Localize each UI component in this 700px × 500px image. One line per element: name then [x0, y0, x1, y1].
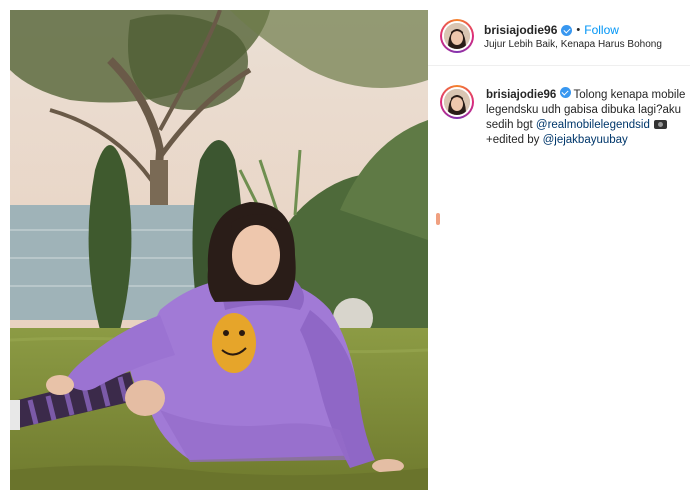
- post-sidebar: brisiajodie96 • Follow Jujur Lebih Baik,…: [428, 10, 690, 490]
- avatar[interactable]: [440, 19, 474, 53]
- girl-in-purple-hoodie-photo: [10, 10, 428, 490]
- edited-by-text: +edited by: [486, 134, 540, 146]
- mention-link[interactable]: @realmobilelegendsid: [536, 119, 650, 131]
- avatar-image: [444, 23, 470, 49]
- post-header: brisiajodie96 • Follow Jujur Lebih Baik,…: [428, 10, 690, 66]
- caption-username-link[interactable]: brisiajodie96: [486, 89, 556, 101]
- header-title-row: brisiajodie96 • Follow: [484, 23, 619, 37]
- separator-dot: •: [576, 24, 581, 36]
- location-link[interactable]: Jujur Lebih Baik, Kenapa Harus Bohong: [484, 39, 662, 50]
- verified-badge-icon: [561, 24, 573, 36]
- follow-button[interactable]: Follow: [584, 23, 619, 37]
- caption-avatar[interactable]: [440, 85, 474, 119]
- caption-text: brisiajodie96 Tolong kenapa mobile legen…: [486, 87, 686, 148]
- mention-link[interactable]: @jejakbayuubay: [543, 134, 628, 146]
- scroll-indicator: [436, 213, 440, 225]
- movie-camera-icon: [654, 120, 668, 129]
- instagram-post: brisiajodie96 • Follow Jujur Lebih Baik,…: [0, 0, 700, 500]
- username-link[interactable]: brisiajodie96: [484, 23, 557, 37]
- avatar-image: [444, 89, 470, 115]
- verified-badge-icon: [559, 87, 571, 98]
- post-photo[interactable]: [10, 10, 428, 490]
